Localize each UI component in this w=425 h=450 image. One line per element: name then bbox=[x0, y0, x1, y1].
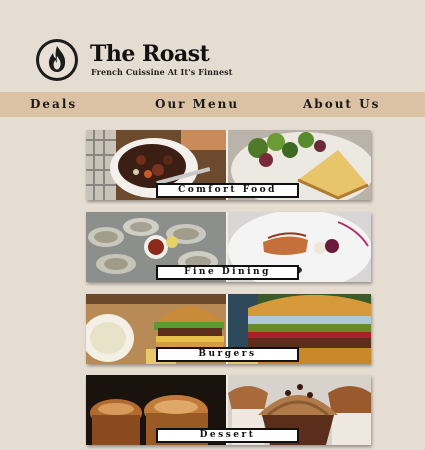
nav-item-our-menu[interactable]: Our Menu bbox=[155, 97, 239, 111]
menu-card-dessert[interactable]: Dessert bbox=[86, 375, 371, 445]
category-label: Dessert bbox=[156, 428, 299, 443]
brand-title: The Roast bbox=[90, 41, 210, 67]
menu-card-comfort-food[interactable]: Comfort Food bbox=[86, 130, 371, 200]
category-label: Fine Dining bbox=[156, 265, 299, 280]
nav-item-deals[interactable]: Deals bbox=[30, 97, 77, 111]
category-label: Burgers bbox=[156, 347, 299, 362]
menu-card-burgers[interactable]: Burgers bbox=[86, 294, 371, 364]
nav-item-about-us[interactable]: About Us bbox=[303, 97, 380, 111]
logo[interactable] bbox=[35, 38, 79, 82]
nav-bar: Deals Our Menu About Us bbox=[0, 92, 425, 117]
menu-card-fine-dining[interactable]: Fine Dining bbox=[86, 212, 371, 282]
brand-tagline: French Cuissine At It's Finnest bbox=[91, 67, 233, 77]
category-label: Comfort Food bbox=[156, 183, 299, 198]
flame-icon bbox=[36, 39, 78, 81]
